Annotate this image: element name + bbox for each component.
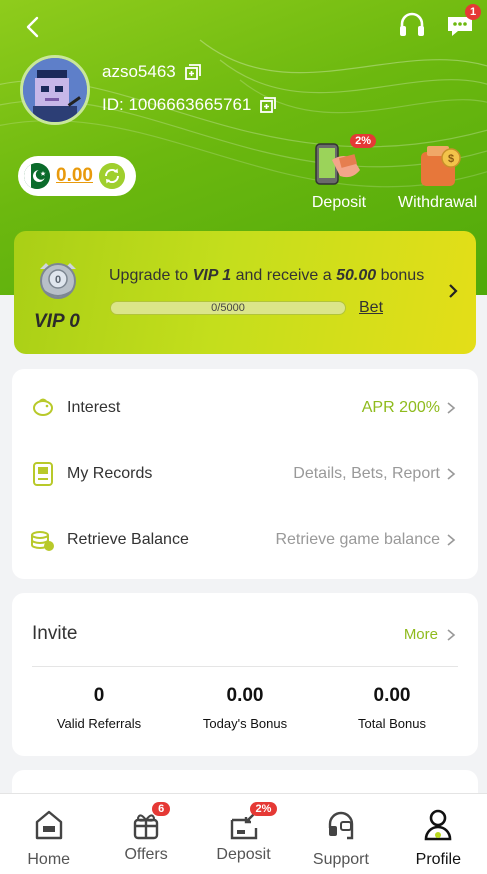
menu-label: My Records <box>67 465 153 482</box>
user-id-row: ID: 1006663665761 <box>102 95 277 115</box>
balance-pill: 0.00 <box>18 156 136 196</box>
profile-icon <box>425 809 452 841</box>
home-icon <box>35 810 62 840</box>
menu-value: APR 200% <box>361 399 440 416</box>
menu-label: Interest <box>67 399 121 416</box>
withdrawal-action[interactable]: $ Withdrawal <box>398 138 477 212</box>
deposit-label: Deposit <box>311 194 367 211</box>
withdrawal-wallet-icon: $ <box>409 138 467 192</box>
chevron-right-icon <box>449 284 458 298</box>
nav-label: Profile <box>415 851 461 868</box>
svg-text:0: 0 <box>55 274 61 286</box>
notification-badge: 1 <box>465 4 481 20</box>
vip-card[interactable]: 0 VIP 0 Upgrade to VIP 1 and receive a 5… <box>14 231 476 354</box>
gift-icon: 6 <box>130 802 171 842</box>
menu-card: Interest APR 200% My Records Details, Be… <box>12 369 478 579</box>
user-id: ID: 1006663665761 <box>102 95 252 114</box>
menu-item-retrieve-balance[interactable]: Retrieve Balance Retrieve game balance <box>12 520 478 560</box>
vip-upgrade-suffix: bonus <box>376 267 425 284</box>
stat-label: Total Bonus <box>358 716 426 731</box>
vip-upgrade-prefix: Upgrade to <box>109 267 193 284</box>
headset-icon[interactable] <box>397 10 427 40</box>
vip-medal-icon: 0 <box>40 263 76 299</box>
divider <box>32 666 458 667</box>
vip-progress-bar: 0/5000 <box>110 301 346 315</box>
offers-badge: 6 <box>152 802 171 816</box>
bet-link[interactable]: Bet <box>359 299 383 317</box>
messages-button[interactable]: 1 <box>445 4 481 40</box>
vip-bonus-amount: 50.00 <box>336 267 377 284</box>
chevron-right-icon <box>447 629 456 641</box>
support-icon <box>328 811 354 840</box>
back-arrow-icon[interactable] <box>20 14 46 40</box>
copy-icon[interactable] <box>184 63 202 81</box>
stat-value: 0.00 <box>373 685 411 706</box>
bottom-nav: Home 6 Offers 2% Deposit Support Profile <box>0 793 487 874</box>
chevron-right-icon <box>447 402 456 414</box>
stat-total-bonus: 0.00 Total Bonus <box>322 685 462 731</box>
deposit-action[interactable]: 2% Deposit <box>310 134 376 212</box>
username-row: azso5463 <box>102 62 202 82</box>
invite-card: Invite More 0 Valid Referrals 0.00 Today… <box>12 593 478 756</box>
menu-value: Retrieve game balance <box>275 531 440 548</box>
invite-title: Invite <box>32 623 78 644</box>
nav-deposit[interactable]: 2% Deposit <box>195 794 292 874</box>
balance-amount[interactable]: 0.00 <box>56 165 93 187</box>
username: azso5463 <box>102 62 176 81</box>
vip-upgrade-text: Upgrade to VIP 1 and receive a 50.00 bon… <box>109 267 424 285</box>
vip-progress-text: 0/5000 <box>211 302 245 314</box>
pakistan-flag-icon <box>24 163 50 189</box>
deposit-icon: 2% <box>228 802 278 842</box>
vip-next-level: VIP 1 <box>192 267 232 284</box>
nav-label: Home <box>27 851 71 868</box>
invite-more-link[interactable]: More <box>404 626 438 643</box>
stat-valid-referrals: 0 Valid Referrals <box>29 685 169 731</box>
nav-offers[interactable]: 6 Offers <box>97 794 194 874</box>
deposit-bonus-badge: 2% <box>350 134 376 148</box>
refresh-icon[interactable] <box>98 163 125 189</box>
stat-value: 0.00 <box>226 685 264 706</box>
menu-label: Retrieve Balance <box>67 531 189 548</box>
vip-level: VIP 0 <box>34 311 80 332</box>
chevron-right-icon <box>447 468 456 480</box>
deposit-hand-icon: 2% <box>310 134 376 192</box>
stat-todays-bonus: 0.00 Today's Bonus <box>175 685 315 731</box>
stat-label: Today's Bonus <box>202 716 288 731</box>
stat-value: 0 <box>93 685 105 706</box>
chevron-right-icon <box>447 534 456 546</box>
records-icon <box>33 462 53 486</box>
menu-value: Details, Bets, Report <box>293 465 440 482</box>
avatar[interactable] <box>20 55 90 125</box>
withdrawal-label: Withdrawal <box>398 194 478 211</box>
stat-label: Valid Referrals <box>56 716 142 731</box>
menu-item-interest[interactable]: Interest APR 200% <box>12 388 478 428</box>
vip-upgrade-mid: and receive a <box>231 267 337 284</box>
nav-home[interactable]: Home <box>0 794 97 874</box>
nav-support[interactable]: Support <box>292 794 389 874</box>
menu-item-my-records[interactable]: My Records Details, Bets, Report <box>12 454 478 494</box>
nav-label: Deposit <box>216 846 271 863</box>
coins-icon <box>31 531 54 551</box>
nav-label: Offers <box>124 846 168 863</box>
nav-profile[interactable]: Profile <box>390 794 487 874</box>
deposit-badge: 2% <box>249 802 278 816</box>
svg-text:$: $ <box>448 153 454 165</box>
header-actions: 1 <box>397 4 481 40</box>
copy-icon[interactable] <box>259 96 277 114</box>
piggy-bank-icon <box>32 398 54 416</box>
pixel-avatar-icon <box>23 58 87 122</box>
nav-label: Support <box>312 851 369 868</box>
